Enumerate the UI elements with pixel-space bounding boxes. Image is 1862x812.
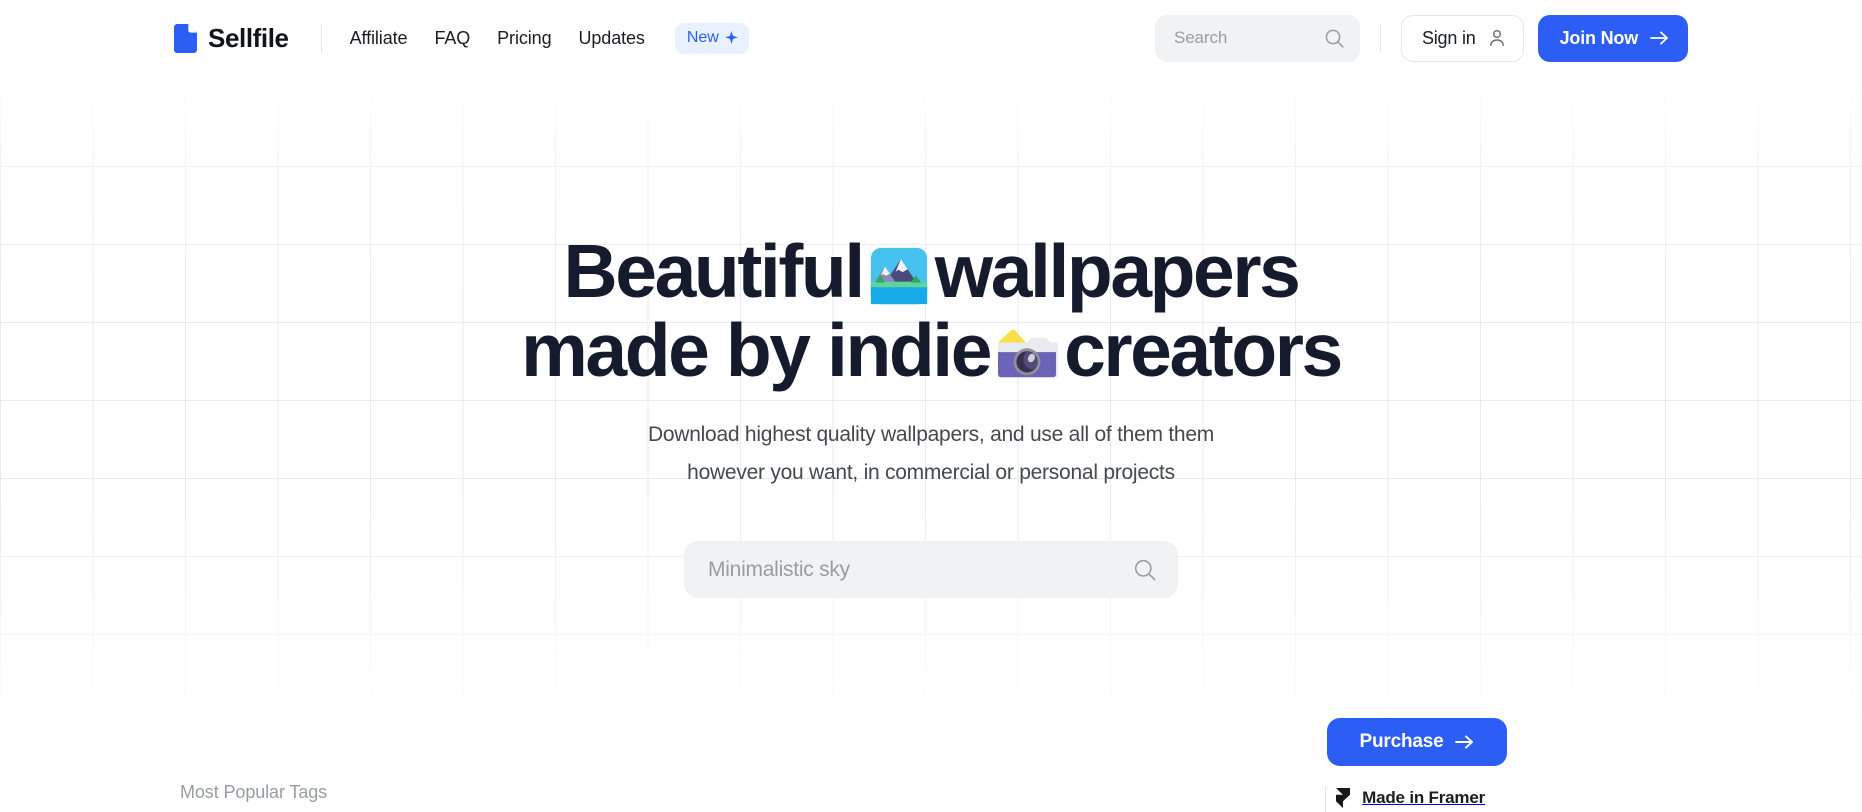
nav-divider [320,24,322,52]
nav-right-group: Search Sign in Join Now [1154,14,1688,62]
hero-title-part-2: wallpapers [934,229,1301,313]
nav-left-group: Sellfile Affiliate FAQ Pricing Updates N… [174,22,749,54]
nav-links: Affiliate FAQ Pricing Updates New [350,22,749,54]
nav-search-placeholder: Search [1173,28,1228,47]
made-in-framer-label: Made in Framer [1362,788,1485,807]
hero-subtitle: Download highest quality wallpapers, and… [647,423,1215,484]
join-now-button[interactable]: Join Now [1537,14,1688,62]
hero-search-box[interactable]: Minimalistic sky [684,541,1178,598]
nav-link-pricing[interactable]: Pricing [497,28,551,49]
made-in-framer-badge[interactable]: Made in Framer [1335,788,1485,808]
arrow-right-icon [1455,734,1474,750]
brand-logo-link[interactable]: Sellfile [174,23,289,54]
framer-logo-icon [1335,788,1351,808]
sign-in-button[interactable]: Sign in [1400,14,1524,62]
sparkle-icon [724,31,738,44]
hero-title-part-3: made by indie [521,308,992,392]
nav-search-box[interactable]: Search [1154,14,1360,62]
arrow-right-icon [1650,30,1669,46]
new-badge-label: New [686,28,719,46]
nav-right-divider [1379,24,1381,52]
national-park-emoji [869,246,929,306]
hero-section: Beautiful wallpapers made by indie creato… [0,0,1862,598]
user-icon [1488,29,1506,47]
search-icon[interactable] [1134,559,1156,581]
new-badge[interactable]: New [674,22,749,54]
hero-title-part-4: creators [1064,308,1343,392]
top-navigation-bar: Sellfile Affiliate FAQ Pricing Updates N… [0,0,1862,76]
most-popular-tags-label: Most Popular Tags [180,782,328,802]
nav-link-faq[interactable]: FAQ [434,28,470,49]
hero-title-part-1: Beautiful [563,229,866,313]
purchase-button[interactable]: Purchase [1327,718,1507,766]
hero-search-placeholder: Minimalistic sky [708,557,850,581]
nav-link-updates[interactable]: Updates [578,28,644,49]
sign-in-label: Sign in [1421,27,1476,48]
page-title: Beautiful wallpapers made by indie creato… [521,229,1343,392]
camera-flash-emoji [996,329,1059,385]
file-document-icon [174,23,197,53]
search-icon[interactable] [1325,29,1344,48]
framer-badge-divider [1325,786,1326,812]
brand-name: Sellfile [208,22,289,53]
nav-link-affiliate[interactable]: Affiliate [350,28,408,49]
purchase-label: Purchase [1359,731,1444,752]
join-now-label: Join Now [1559,27,1639,48]
